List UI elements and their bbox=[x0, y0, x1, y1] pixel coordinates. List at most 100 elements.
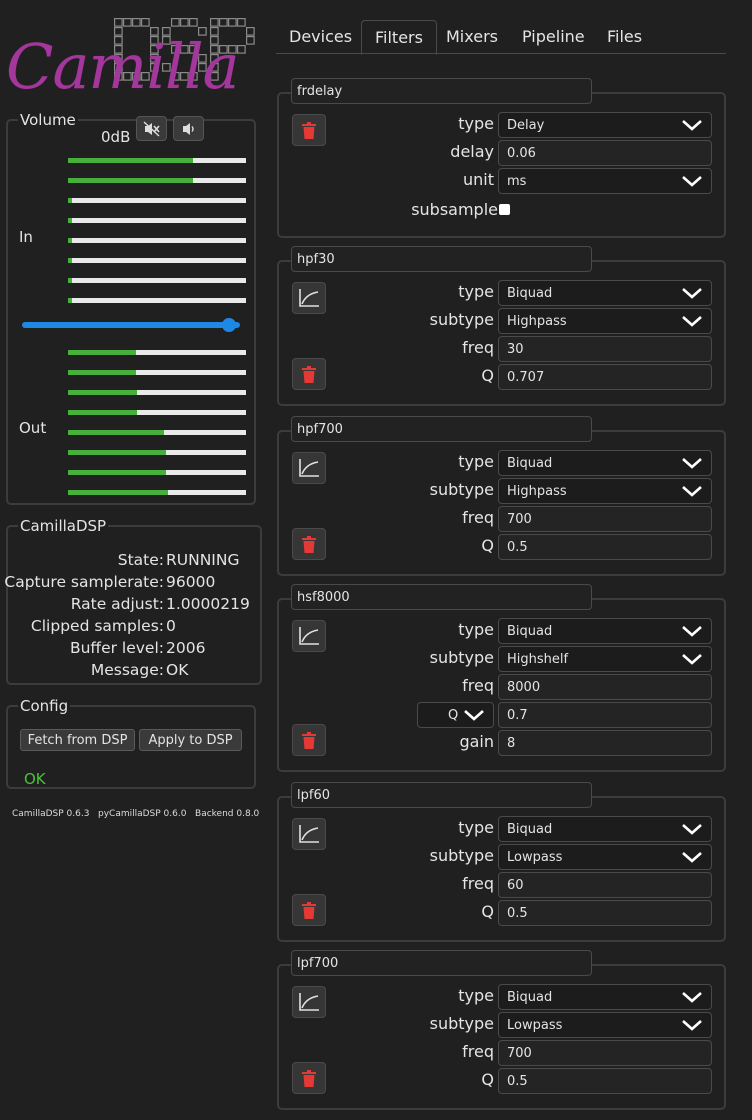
version-info: CamillaDSP 0.6.3 pyCamillaDSP 0.6.0 Back… bbox=[12, 809, 260, 819]
plot-icon bbox=[299, 459, 319, 477]
input-meter-fill bbox=[68, 218, 72, 223]
trash-icon bbox=[302, 731, 316, 749]
filter-param-value: 700 bbox=[507, 511, 532, 527]
filter-param-label: freq bbox=[462, 338, 494, 357]
filter-param-input[interactable]: 700 bbox=[498, 1040, 712, 1066]
filter-name-input[interactable]: lpf700 bbox=[291, 950, 592, 976]
status-value: RUNNING bbox=[166, 551, 240, 569]
filter-param-value: 0.06 bbox=[507, 145, 536, 161]
status-value: 1.0000219 bbox=[166, 595, 250, 613]
tab-pipeline[interactable]: Pipeline bbox=[509, 18, 598, 54]
subsample-checkbox[interactable] bbox=[499, 204, 510, 215]
filter-param-label: freq bbox=[462, 1042, 494, 1061]
filter-param-select[interactable]: Biquad bbox=[498, 984, 712, 1010]
filter-name-input[interactable]: hpf700 bbox=[291, 416, 592, 442]
chevron-down-icon bbox=[682, 824, 702, 835]
filter-param-value: Highshelf bbox=[507, 651, 569, 667]
input-meter bbox=[68, 238, 246, 243]
volume-slider[interactable] bbox=[22, 318, 240, 332]
filter-card: type Biquad subtype Lowpass freq 700 Q 0.5 bbox=[277, 964, 726, 1110]
chevron-down-icon bbox=[464, 710, 484, 721]
logo-pixel bbox=[246, 36, 255, 45]
filter-param-label: subsample bbox=[411, 200, 498, 219]
filter-name-input[interactable]: hsf8000 bbox=[291, 584, 592, 610]
status-key: Message: bbox=[90, 661, 164, 679]
delete-filter-button[interactable] bbox=[292, 1062, 326, 1094]
status-key: State: bbox=[117, 551, 164, 569]
filter-param-value: Biquad bbox=[507, 623, 553, 639]
trash-icon bbox=[302, 365, 316, 383]
filter-param-select[interactable]: Highpass bbox=[498, 478, 712, 504]
status-key: Buffer level: bbox=[69, 639, 164, 657]
filter-param-select[interactable]: Highpass bbox=[498, 308, 712, 334]
status-row: Buffer level: 2006 bbox=[8, 639, 248, 661]
filter-param-input[interactable]: 0.707 bbox=[498, 364, 712, 390]
logo-pixel bbox=[218, 18, 228, 27]
output-meter-fill bbox=[68, 370, 136, 375]
filter-param-value: Highpass bbox=[507, 313, 567, 329]
filter-param-select[interactable]: Highshelf bbox=[498, 646, 712, 672]
filter-param-select[interactable]: ms bbox=[498, 168, 712, 194]
delete-filter-button[interactable] bbox=[292, 724, 326, 756]
filter-param-input[interactable]: 0.5 bbox=[498, 900, 712, 926]
filter-name-input[interactable]: frdelay bbox=[291, 78, 592, 104]
filter-param-input[interactable]: 0.5 bbox=[498, 1068, 712, 1094]
filter-param-input[interactable]: 8000 bbox=[498, 674, 712, 700]
fetch-from-dsp-button[interactable]: Fetch from DSP bbox=[20, 729, 135, 751]
filter-param-select[interactable]: Biquad bbox=[498, 450, 712, 476]
q-type-select[interactable]: Q bbox=[417, 702, 494, 728]
filter-param-label: type bbox=[458, 986, 494, 1005]
filter-param-select[interactable]: Biquad bbox=[498, 618, 712, 644]
filter-param-select[interactable]: Lowpass bbox=[498, 1012, 712, 1038]
filter-name-input[interactable]: lpf60 bbox=[291, 782, 592, 808]
tab-devices[interactable]: Devices bbox=[276, 18, 365, 54]
input-meter-fill bbox=[68, 178, 193, 183]
filter-param-input[interactable]: 60 bbox=[498, 872, 712, 898]
delete-filter-button[interactable] bbox=[292, 894, 326, 926]
filter-param-input[interactable]: 8 bbox=[498, 730, 712, 756]
filter-param-label: type bbox=[458, 452, 494, 471]
filter-param-input[interactable]: 700 bbox=[498, 506, 712, 532]
input-meter bbox=[68, 278, 246, 283]
status-row: Capture samplerate: 96000 bbox=[4, 573, 248, 595]
plot-filter-button[interactable] bbox=[292, 282, 326, 314]
tab-mixers[interactable]: Mixers bbox=[433, 18, 511, 54]
config-legend: Config bbox=[20, 697, 69, 715]
plot-filter-button[interactable] bbox=[292, 452, 326, 484]
apply-to-dsp-button[interactable]: Apply to DSP bbox=[139, 729, 242, 751]
filter-card: type Biquad subtype Lowpass freq 60 Q 0.5 bbox=[277, 796, 726, 942]
input-meter-fill bbox=[68, 278, 72, 283]
delete-filter-button[interactable] bbox=[292, 358, 326, 390]
status-row: State: RUNNING bbox=[8, 551, 248, 573]
filter-param-input[interactable]: 0.5 bbox=[498, 534, 712, 560]
chevron-down-icon bbox=[682, 486, 702, 497]
tab-files[interactable]: Files bbox=[594, 18, 655, 54]
plot-filter-button[interactable] bbox=[292, 620, 326, 652]
filter-param-input[interactable]: 0.7 bbox=[498, 702, 712, 728]
input-meter-fill bbox=[68, 238, 72, 243]
delete-filter-button[interactable] bbox=[292, 528, 326, 560]
filter-param-select[interactable]: Biquad bbox=[498, 280, 712, 306]
output-meter-fill bbox=[68, 430, 165, 435]
output-meter-fill bbox=[68, 410, 138, 415]
filter-param-value: Lowpass bbox=[507, 849, 563, 865]
output-meter bbox=[68, 370, 246, 375]
mute-button[interactable] bbox=[136, 116, 167, 141]
delete-filter-button[interactable] bbox=[292, 114, 326, 146]
filter-param-input[interactable]: 30 bbox=[498, 336, 712, 362]
plot-filter-button[interactable] bbox=[292, 986, 326, 1018]
tab-filters[interactable]: Filters bbox=[361, 20, 437, 55]
plot-icon bbox=[299, 627, 319, 645]
filter-param-select[interactable]: Delay bbox=[498, 112, 712, 138]
volume-panel: Volume 0dB In Out bbox=[6, 111, 256, 505]
output-meter bbox=[68, 490, 246, 495]
volume-slider-knob[interactable] bbox=[222, 318, 237, 332]
filter-name-input[interactable]: hpf30 bbox=[291, 246, 592, 272]
filter-param-select[interactable]: Lowpass bbox=[498, 844, 712, 870]
filter-param-select[interactable]: Biquad bbox=[498, 816, 712, 842]
filter-param-input[interactable]: 0.06 bbox=[498, 140, 712, 166]
out-label: Out bbox=[19, 419, 47, 437]
filter-param-label: type bbox=[458, 818, 494, 837]
unmute-button[interactable] bbox=[173, 116, 204, 141]
plot-filter-button[interactable] bbox=[292, 818, 326, 850]
